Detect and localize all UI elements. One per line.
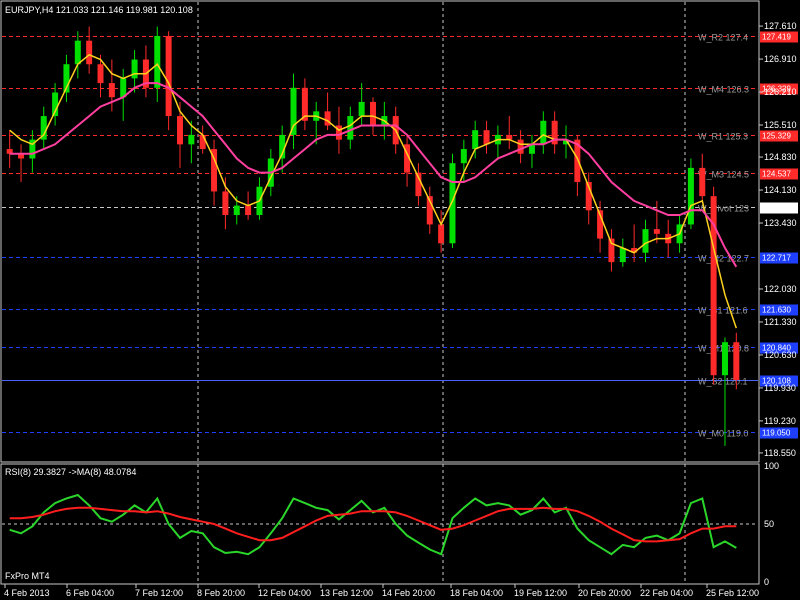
time-tick-label: 12 Feb 04:00	[258, 588, 311, 598]
time-tick-label: 7 Feb 12:00	[135, 588, 183, 598]
level-price-text: 124.537	[762, 170, 791, 179]
level-label: W_S2 120.1	[698, 377, 748, 387]
time-tick-label: 6 Feb 04:00	[66, 588, 114, 598]
level-price-text: 125.329	[762, 132, 791, 141]
candle-body	[642, 229, 649, 253]
level-label: W_R2 127.4	[698, 33, 748, 43]
price-tick-label: 124.830	[764, 152, 797, 162]
candle-body	[472, 130, 479, 150]
candle-body	[188, 134, 195, 145]
candle-body	[438, 224, 445, 244]
price-tick-label: 123.430	[764, 218, 797, 228]
time-tick-label: 13 Feb 12:00	[320, 588, 373, 598]
candle-body	[165, 35, 172, 117]
level-label: W_M4 126.3	[698, 85, 749, 95]
rsi-tick-label: 50	[764, 519, 774, 529]
price-tick-label: 126.910	[764, 54, 797, 64]
price-tick-label: 122.030	[764, 284, 797, 294]
candle-body	[108, 83, 115, 98]
price-tick-label: 119.230	[764, 416, 796, 426]
candle-body	[358, 101, 365, 117]
level-price-text: 119.050	[762, 429, 791, 438]
candle-body	[653, 229, 660, 234]
level-label: W_M2 122.7	[698, 254, 749, 264]
candle-body	[233, 205, 240, 216]
rsi-header: RSI(8) 29.3827 ->MA(8) 48.0784	[5, 467, 136, 477]
candle-body	[619, 247, 626, 263]
candle-body	[222, 191, 229, 216]
candle-body	[97, 64, 104, 84]
candle-body	[245, 205, 252, 216]
candle-body	[154, 35, 161, 88]
candle-body	[86, 40, 93, 65]
candle-body	[176, 116, 183, 145]
time-tick-label: 8 Feb 20:00	[197, 588, 245, 598]
candle-body	[483, 130, 490, 145]
level-label: W_M0 119.0	[698, 429, 748, 439]
level-price-text: 122.717	[762, 254, 791, 263]
rsi-tick-label: 100	[764, 461, 779, 471]
level-label: W_M3 124.5	[698, 170, 749, 180]
time-tick-label: 14 Feb 20:00	[382, 588, 435, 598]
candle-body	[290, 87, 297, 135]
time-tick-label: 19 Feb 12:00	[514, 588, 567, 598]
time-tick-label: 4 Feb 2013	[4, 588, 50, 598]
time-tick-label: 20 Feb 20:00	[578, 588, 631, 598]
level-label: W_S1 121.6	[698, 306, 748, 316]
candle-body	[449, 163, 456, 244]
candle-body	[199, 134, 206, 150]
level-price-text: 123.772	[762, 204, 791, 213]
candle-body	[347, 116, 354, 140]
candle-body	[131, 59, 138, 79]
time-tick-label: 22 Feb 04:00	[640, 588, 693, 598]
price-tick-label: 124.130	[764, 185, 797, 195]
candle-body	[699, 167, 706, 197]
price-tick-label: 121.330	[764, 317, 797, 327]
price-tick-label: 120.630	[764, 350, 797, 360]
time-tick-label: 25 Feb 12:00	[706, 588, 759, 598]
candle-body	[74, 40, 81, 65]
price-tick-label: 125.510	[764, 120, 797, 130]
level-price-text: 127.419	[762, 33, 791, 42]
candle-body	[460, 149, 467, 164]
price-tick-label: 119.930	[764, 383, 796, 393]
price-tick-label: 118.550	[764, 448, 796, 458]
level-label: W_R1 125.3	[698, 132, 748, 142]
price-tick-label: 126.210	[764, 87, 797, 97]
price-tick-label: 127.610	[764, 21, 797, 31]
candle-body	[517, 139, 524, 154]
candle-body	[733, 342, 740, 380]
trading-chart: W_R2 127.4 127.419W_M4 126.3 126.329W_R1 1…	[0, 0, 800, 600]
time-tick-label: 18 Feb 04:00	[450, 588, 503, 598]
level-price-text: 121.630	[762, 306, 791, 315]
candle-body	[721, 342, 728, 376]
symbol-header: EURJPY,H4 121.033 121.146 119.981 120.10…	[5, 5, 193, 15]
candle-body	[370, 101, 376, 126]
broker-label: FxPro MT4	[5, 571, 50, 581]
candle-body	[540, 120, 547, 145]
rsi-tick-label: 0	[764, 577, 769, 587]
candle-body	[687, 167, 694, 225]
